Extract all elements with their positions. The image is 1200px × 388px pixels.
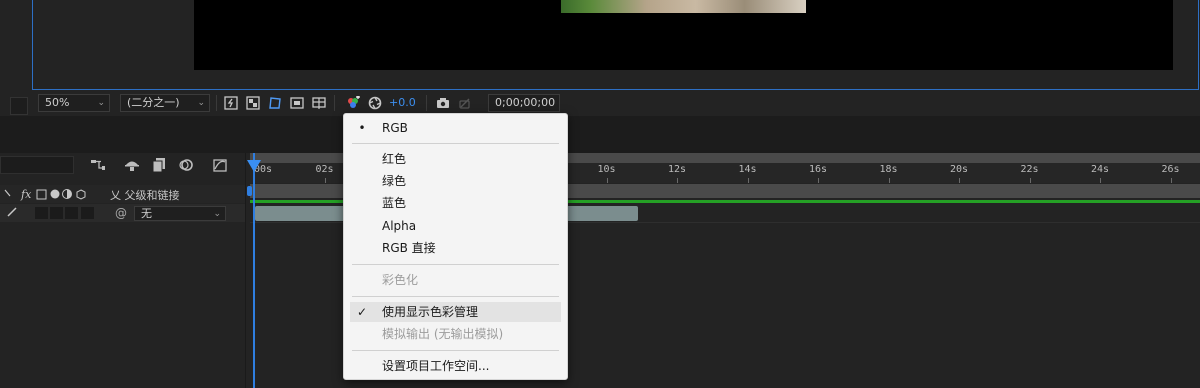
- switch-icons: fx: [1, 186, 97, 205]
- menu-item-label: 蓝色: [382, 196, 407, 210]
- menu-item-green[interactable]: 绿色: [344, 171, 567, 191]
- zoom-value: 50%: [45, 96, 70, 109]
- menu-item-simulate-output: 模拟输出 (无输出模拟): [344, 324, 567, 344]
- frame-blending-icon[interactable]: [151, 157, 167, 173]
- viewer-toolbar: 50% ⌄ (二分之一) ⌄ +0.0 0;00;00;00: [34, 92, 1200, 114]
- fast-previews-icon[interactable]: [224, 96, 238, 110]
- menu-item-label: 设置项目工作空间...: [382, 359, 490, 373]
- ruler-tick: [324, 178, 326, 183]
- menu-item-label: RGB 直接: [382, 241, 436, 255]
- ruler-tick-label: 02s: [315, 164, 334, 175]
- layer-switch[interactable]: [50, 207, 63, 219]
- ruler-tick-label: 22s: [1020, 164, 1039, 175]
- motion-blur-icon[interactable]: [178, 157, 194, 173]
- ruler-tick: [959, 178, 960, 183]
- grid-guides-icon[interactable]: [312, 96, 326, 110]
- parent-dropdown[interactable]: 无 ⌄: [134, 206, 226, 221]
- ruler-tick: [606, 178, 608, 183]
- ruler-tick-label: 14s: [738, 164, 757, 175]
- checkmark-icon: ✓: [356, 305, 368, 319]
- menu-separator: [352, 264, 559, 265]
- menu-item-label: 使用显示色彩管理: [382, 305, 479, 319]
- parent-link-header: 乂 父级和链接: [110, 187, 180, 203]
- transparency-grid-icon[interactable]: [246, 96, 260, 110]
- toolbar-divider: [426, 95, 427, 111]
- layer-switch[interactable]: [81, 207, 94, 219]
- selected-bullet-icon: •: [358, 121, 366, 135]
- menu-item-colorize: 彩色化: [344, 270, 567, 290]
- layer-column-header: fx 乂 父级和链接: [0, 185, 246, 203]
- menu-item-rgb[interactable]: • RGB: [344, 118, 567, 138]
- show-snapshot-icon[interactable]: [458, 96, 472, 110]
- layer-switch[interactable]: [65, 207, 78, 219]
- chevron-down-icon: ⌄: [97, 98, 105, 108]
- ruler-tick: [1029, 178, 1031, 183]
- exposure-value[interactable]: +0.0: [389, 96, 416, 109]
- toolbar-divider: [216, 95, 217, 111]
- mask-visibility-icon[interactable]: [268, 96, 282, 110]
- menu-item-label: RGB: [382, 121, 408, 135]
- channel-menu: • RGB 红色 绿色 蓝色 Alpha RGB 直接 彩色化 ✓ 使用显示色彩…: [343, 113, 568, 380]
- menu-separator: [352, 143, 559, 144]
- ruler-tick: [677, 178, 678, 183]
- menu-item-display-color-management[interactable]: ✓ 使用显示色彩管理: [350, 302, 561, 322]
- ruler-tick: [888, 178, 890, 183]
- menu-separator: [352, 350, 559, 351]
- pen-icon: [6, 206, 18, 221]
- layer-search-input[interactable]: [0, 156, 74, 174]
- ruler-tick: [1170, 178, 1172, 183]
- parent-link-icon: 乂: [110, 189, 121, 202]
- footage-preview: [561, 0, 806, 13]
- ruler-tick-label: 26s: [1161, 164, 1180, 175]
- menu-item-label: 红色: [382, 152, 407, 166]
- ruler-tick-label: 16s: [809, 164, 828, 175]
- menu-item-blue[interactable]: 蓝色: [344, 193, 567, 213]
- layer-switch[interactable]: [35, 207, 48, 219]
- ruler-tick-label: 24s: [1091, 164, 1110, 175]
- menu-item-label: Alpha: [382, 219, 417, 233]
- resolution-dropdown[interactable]: (二分之一) ⌄: [120, 94, 210, 112]
- zoom-dropdown[interactable]: 50% ⌄: [38, 94, 110, 112]
- timecode-value: 0;00;00;00: [495, 96, 556, 109]
- region-of-interest-icon[interactable]: [290, 96, 304, 110]
- menu-item-rgb-straight[interactable]: RGB 直接: [344, 238, 567, 258]
- work-area-start-marker[interactable]: [247, 186, 252, 196]
- ruler-tick: [818, 178, 819, 183]
- reset-exposure-icon[interactable]: [368, 96, 382, 110]
- ruler-tick-label: 20s: [950, 164, 969, 175]
- graph-editor-icon[interactable]: [212, 157, 228, 173]
- svg-text:fx: fx: [20, 188, 32, 201]
- ruler-tick: [747, 178, 749, 183]
- chevron-down-icon: ⌄: [197, 98, 205, 108]
- chevron-down-icon: ⌄: [213, 209, 221, 219]
- menu-item-project-working-space[interactable]: 设置项目工作空间...: [344, 356, 567, 376]
- ruler-tick-label: 12s: [668, 164, 687, 175]
- menu-item-alpha[interactable]: Alpha: [344, 216, 567, 236]
- menu-separator: [352, 296, 559, 297]
- viewer-side-button[interactable]: [10, 97, 28, 115]
- menu-item-label: 模拟输出 (无输出模拟): [382, 327, 504, 341]
- playhead-line[interactable]: [253, 153, 255, 388]
- parent-value: 无: [141, 207, 152, 220]
- toolbar-divider: [334, 95, 335, 111]
- menu-item-label: 彩色化: [382, 273, 419, 287]
- timecode-field[interactable]: 0;00;00;00: [488, 94, 560, 112]
- ruler-tick-label: 10s: [597, 164, 616, 175]
- shy-layers-icon[interactable]: [124, 157, 140, 173]
- channel-color-icon[interactable]: [346, 95, 360, 110]
- menu-item-label: 绿色: [382, 174, 407, 188]
- resolution-value: (二分之一): [127, 96, 180, 109]
- panel-separator: [0, 116, 1200, 153]
- parent-link-label: 父级和链接: [124, 189, 180, 202]
- camera-snapshot-icon[interactable]: [436, 96, 450, 110]
- playhead-handle[interactable]: [247, 160, 261, 172]
- pick-whip-icon[interactable]: @: [115, 206, 127, 220]
- comp-flowchart-icon[interactable]: [90, 157, 106, 173]
- ruler-tick: [1100, 178, 1101, 183]
- ruler-tick-label: 18s: [879, 164, 898, 175]
- menu-item-red[interactable]: 红色: [344, 149, 567, 169]
